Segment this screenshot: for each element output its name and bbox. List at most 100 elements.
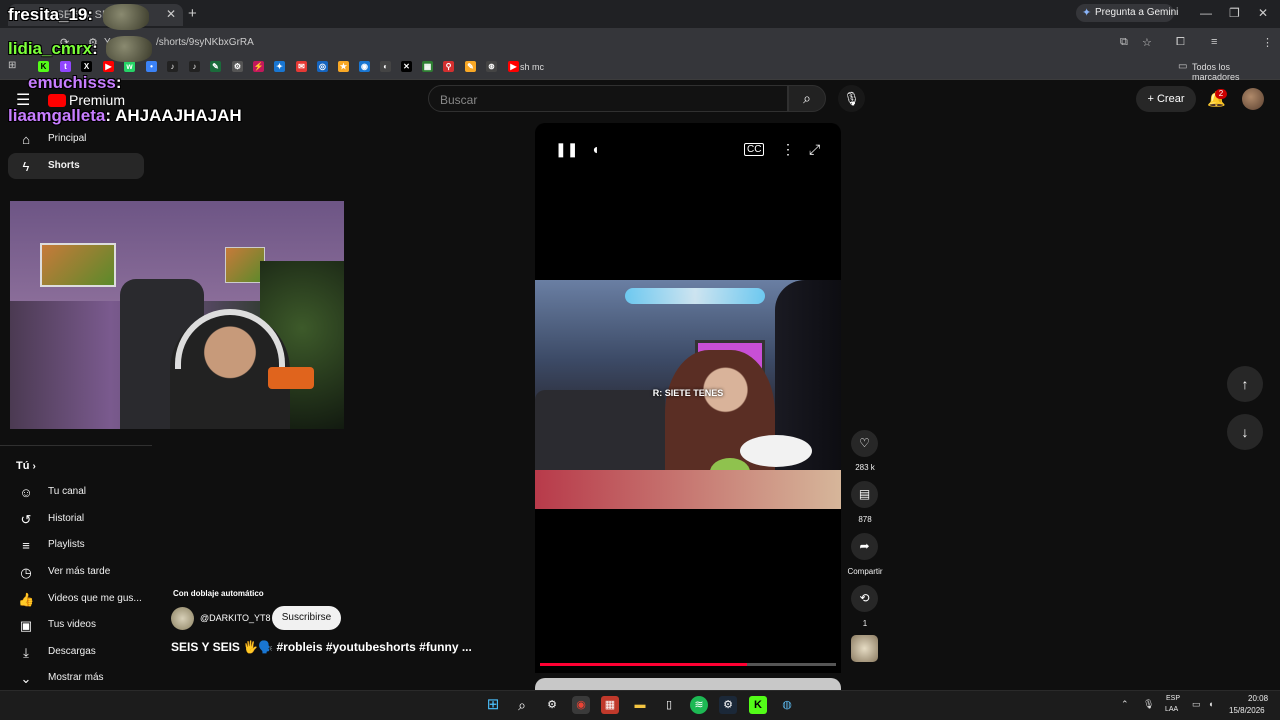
chrome-menu-icon[interactable]: ⋮ [1262, 36, 1273, 49]
address-bar: ⟳ ⚙ Y /shorts/9syNKbxGrRA ⧉ ☆ ⧠ ≡ ⋮ [0, 28, 1280, 77]
puzzle-bookmark-icon[interactable]: ✦ [274, 61, 285, 72]
subscribe-button[interactable]: Suscribirse [272, 606, 341, 630]
x-bookmark-icon[interactable]: X [81, 61, 92, 72]
maximize-icon[interactable]: ❐ [1229, 6, 1240, 20]
channel-avatar[interactable] [171, 607, 194, 630]
keyboard-layout[interactable]: LAA [1165, 706, 1178, 713]
globe-app-icon[interactable]: ◍ [778, 696, 796, 714]
pause-icon[interactable]: ❚❚ [555, 141, 578, 158]
whatsapp-bookmark-icon[interactable]: w [124, 61, 135, 72]
sidebar-item-tus-videos[interactable]: ▣ Tus videos [8, 612, 144, 638]
new-tab-icon[interactable]: + [188, 5, 197, 22]
history-icon: ↺ [20, 512, 32, 527]
account-avatar[interactable] [1242, 88, 1264, 110]
sidebar-item-mostrar-mas[interactable]: ⌄ Mostrar más [8, 665, 144, 691]
file-explorer-icon[interactable]: ▬ [631, 696, 649, 714]
close-window-icon[interactable]: ✕ [1258, 6, 1268, 20]
network-icon[interactable]: ▭ [1192, 699, 1201, 710]
spotify-app-icon[interactable]: ≋ [690, 696, 708, 714]
shorts-player[interactable]: ❚❚ ◖ CC ⋮ ⤢ R: SIETE TENES [535, 123, 841, 673]
calendar-app-icon[interactable]: ▦ [601, 696, 619, 714]
sidebar-item-principal[interactable]: ⌂ Principal [8, 126, 144, 152]
sh-mc-bookmark-icon[interactable]: ▶ [508, 61, 519, 72]
sidebar-item-descargas[interactable]: ⤓ Descargas [8, 639, 144, 665]
keyboard-language[interactable]: ESP [1166, 695, 1180, 702]
sidebar-item-tu-canal[interactable]: ☺ Tu canal [8, 479, 144, 505]
clock-time[interactable]: 20:08 [1248, 694, 1268, 703]
search-input[interactable]: Buscar [428, 85, 788, 112]
mic-tray-icon[interactable]: 🎙 [1143, 699, 1154, 710]
channel-name[interactable]: @DARKITO_YT8 [200, 613, 271, 623]
all-bookmarks-button[interactable]: Todos los marcadores [1192, 62, 1280, 82]
windows-start-icon[interactable]: ⊞ [484, 696, 502, 714]
next-short-preview[interactable] [535, 678, 841, 690]
globe-bookmark-icon[interactable]: ◎ [317, 61, 328, 72]
tiktok-studio-bookmark-icon[interactable]: ♪ [189, 61, 200, 72]
chrome-bookmark-icon[interactable]: ◉ [359, 61, 370, 72]
mail-bookmark-icon[interactable]: ✉ [296, 61, 307, 72]
extensions-icon[interactable]: ⧠ [1176, 36, 1185, 49]
comment-icon: ▤ [858, 487, 871, 501]
keep-bookmark-icon[interactable]: ✎ [465, 61, 476, 72]
sheets-bookmark-icon[interactable]: ▦ [422, 61, 433, 72]
create-label: Crear [1156, 93, 1185, 105]
lightning-bookmark-icon[interactable]: ⚡ [253, 61, 264, 72]
sidebar-item-shorts[interactable]: ϟ Shorts [8, 153, 144, 179]
folder-icon: ▭ [1178, 61, 1188, 72]
search-icon[interactable]: ⌕ [513, 696, 531, 714]
sh-mc-bookmark[interactable]: sh mc [520, 62, 544, 72]
kick-bookmark-icon[interactable]: K [38, 61, 49, 72]
minimize-icon[interactable]: — [1200, 6, 1212, 20]
gemini-button[interactable]: ✦ Pregunta a Gemini [1076, 4, 1178, 22]
notepad-app-icon[interactable]: ▯ [660, 696, 678, 714]
chat-text: : [87, 5, 94, 24]
like-button[interactable]: ♡ [851, 430, 878, 457]
you-section-header[interactable]: Tú › [16, 460, 36, 472]
settings-app-icon[interactable]: ⚙ [543, 696, 561, 714]
star-bookmark-icon[interactable]: ★ [338, 61, 349, 72]
comments-button[interactable]: ▤ [851, 481, 878, 508]
voice-search-button[interactable]: 🎙 [838, 85, 865, 112]
edit-bookmark-icon[interactable]: ✎ [210, 61, 221, 72]
sidebar-item-liked-videos[interactable]: 👍 Videos que me gus... [8, 586, 144, 612]
youtube-bookmark-icon[interactable]: ▶ [103, 61, 114, 72]
create-button[interactable]: + Crear [1136, 86, 1196, 112]
openai-bookmark-icon[interactable]: ⊛ [486, 61, 497, 72]
apps-icon[interactable]: ⊞ [8, 60, 16, 71]
bookmark-icon[interactable]: • [146, 61, 157, 72]
close-bookmark-icon[interactable]: ✕ [401, 61, 412, 72]
volume-tray-icon[interactable]: ◖ [1208, 699, 1213, 709]
sidebar-item-label: Videos que me gus... [48, 593, 142, 604]
kick-app-icon[interactable]: K [749, 696, 767, 714]
short-title[interactable]: SEIS Y SEIS 🖐️🗣️ #robleis #youtubeshorts… [171, 640, 472, 654]
twitch-bookmark-icon[interactable]: t [60, 61, 71, 72]
captions-icon[interactable]: CC [744, 143, 765, 156]
tray-chevron-icon[interactable]: ⌃ [1121, 699, 1129, 710]
more-options-icon[interactable]: ⋮ [781, 141, 795, 158]
reading-list-icon[interactable]: ≡ [1211, 36, 1217, 48]
sidebar-item-playlists[interactable]: ≡ Playlists [8, 532, 144, 558]
next-short-button[interactable]: ↓ [1227, 414, 1263, 450]
share-button[interactable]: ➦ [851, 533, 878, 560]
edge-bookmark-icon[interactable]: ◐ [380, 61, 391, 72]
share-label: Compartir [847, 567, 883, 576]
previous-short-button[interactable]: ↑ [1227, 366, 1263, 402]
sidebar-item-ver-mas-tarde[interactable]: ◷ Ver más tarde [8, 559, 144, 585]
install-app-icon[interactable]: ⧉ [1120, 36, 1128, 49]
search-button[interactable]: ⌕ [788, 85, 826, 112]
maps-bookmark-icon[interactable]: ⚲ [443, 61, 454, 72]
tab-close-icon[interactable]: ✕ [166, 7, 176, 21]
fullscreen-icon[interactable]: ⤢ [809, 141, 820, 158]
clock-date[interactable]: 15/8/2026 [1229, 706, 1265, 715]
url-field[interactable]: /shorts/9syNKbxGrRA [156, 37, 254, 48]
desk [535, 470, 841, 509]
remix-button[interactable]: ⟲ [851, 585, 878, 612]
settings-bookmark-icon[interactable]: ⚙ [232, 61, 243, 72]
tiktok-bookmark-icon[interactable]: ♪ [167, 61, 178, 72]
sound-thumbnail[interactable] [851, 635, 878, 662]
bookmark-star-icon[interactable]: ☆ [1142, 36, 1152, 49]
sidebar-item-historial[interactable]: ↺ Historial [8, 506, 144, 532]
steam-app-icon[interactable]: ⚙ [719, 696, 737, 714]
chrome-app-icon[interactable]: ◉ [572, 696, 590, 714]
volume-icon[interactable]: ◖ [591, 141, 599, 157]
